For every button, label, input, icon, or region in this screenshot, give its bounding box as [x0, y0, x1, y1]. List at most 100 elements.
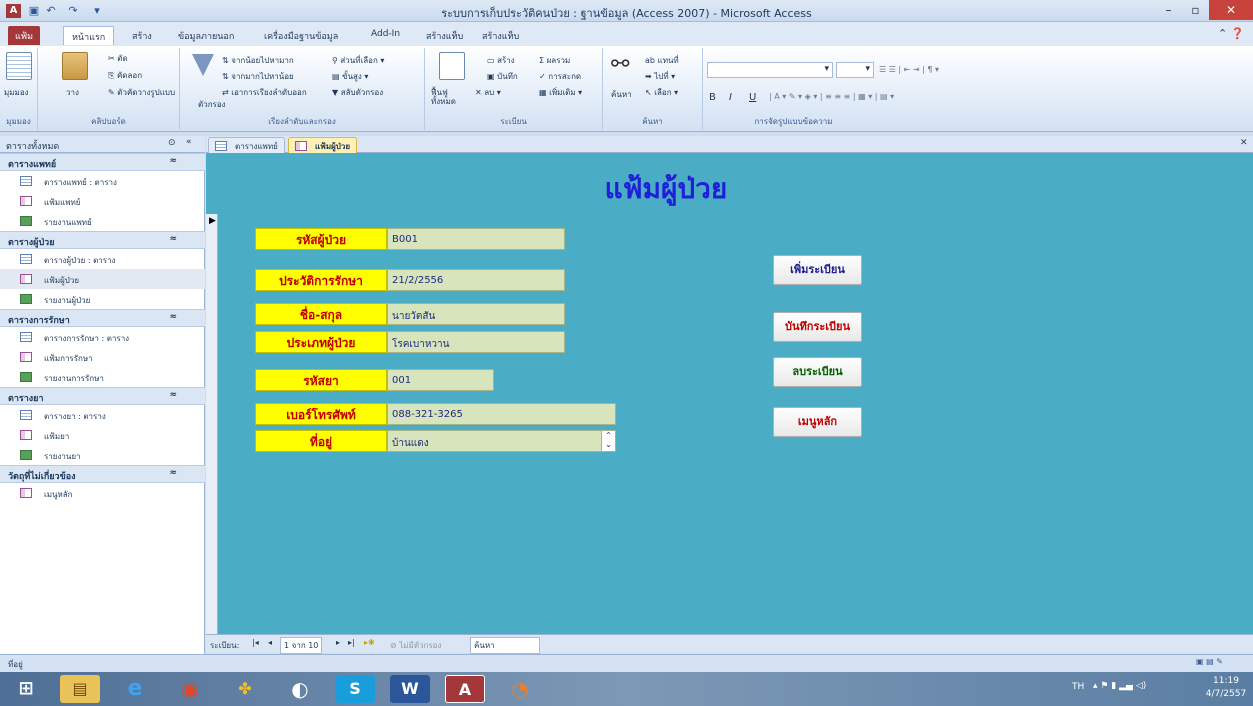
address-scrollbar[interactable]: ⌃ ⌄ — [601, 431, 615, 451]
app-icon-pie[interactable]: ◔ — [500, 675, 540, 703]
tab-create-tab-2[interactable]: สร้างแท็บ — [474, 26, 527, 45]
remove-sort-button[interactable]: ⇄ เอาการเรียงลำดับออก — [222, 86, 307, 99]
nav-item[interactable]: ตารางยา : ตาราง — [0, 405, 205, 425]
filter-status[interactable]: ⊘ ไม่มีตัวกรอง — [390, 639, 441, 652]
font-size-dropdown[interactable]: ▾ — [836, 62, 874, 78]
collapse-chevron-icon[interactable]: ≈ — [169, 156, 177, 166]
copy-button[interactable]: ⎘ คัดลอก — [108, 69, 142, 82]
access-taskbar-icon[interactable]: A — [445, 675, 485, 703]
nav-group-1[interactable]: ตารางผู้ป่วย ≈ — [0, 231, 205, 249]
record-selector[interactable]: ▶ — [206, 214, 218, 634]
nav-item[interactable]: ตารางการรักษา : ตาราง — [0, 327, 205, 347]
delete-record-form-button[interactable]: ลบระเบียน — [773, 357, 862, 387]
cut-button[interactable]: ✂ ตัด — [108, 52, 128, 65]
nav-item[interactable]: แฟ้มการรักษา — [0, 347, 205, 367]
shutter-bar-icon[interactable]: « — [186, 137, 192, 147]
bold-button[interactable]: B — [709, 92, 716, 103]
prev-record-button[interactable]: ◂ — [268, 638, 272, 647]
nav-item[interactable]: ตารางแพทย์ : ตาราง — [0, 171, 205, 191]
collapse-chevron-icon[interactable]: ≈ — [169, 312, 177, 322]
help-icon[interactable]: ⌃ ❓ — [1218, 27, 1244, 40]
nav-item[interactable]: รายงานยา — [0, 445, 205, 465]
add-record-button[interactable]: เพิ่มระเบียน — [773, 255, 862, 285]
field-treatment-history[interactable]: 21/2/2556 — [387, 269, 565, 291]
format-painter-button[interactable]: ✎ ตัวคัดวางรูปแบบ — [108, 86, 175, 99]
nav-item[interactable]: รายงานการรักษา — [0, 367, 205, 387]
nav-item[interactable]: ตารางผู้ป่วย : ตาราง — [0, 249, 205, 269]
filter-button[interactable]: ตัวกรอง — [198, 98, 226, 111]
main-menu-button[interactable]: เมนูหลัก — [773, 407, 862, 437]
record-position-field[interactable]: 1 จาก 10 — [280, 637, 323, 654]
nav-item[interactable]: แฟ้มแพทย์ — [0, 191, 205, 211]
select-button[interactable]: ↖ เลือก ▾ — [645, 86, 678, 99]
more-button[interactable]: ▦ เพิ่มเติม ▾ — [539, 86, 582, 99]
font-name-dropdown[interactable]: ▾ — [707, 62, 833, 78]
save-record-button[interactable]: ▣ บันทึก — [487, 70, 518, 83]
nav-pane-header[interactable]: ตารางทั้งหมด ⊙ « — [0, 136, 205, 153]
nav-group-4[interactable]: วัตถุที่ไม่เกี่ยวข้อง ≈ — [0, 465, 205, 483]
paste-icon[interactable] — [62, 52, 88, 80]
tab-file[interactable]: แฟ้ม — [8, 26, 41, 45]
language-indicator[interactable]: TH — [1072, 682, 1084, 692]
tab-database-tools[interactable]: เครื่องมือฐานข้อมูล — [256, 26, 346, 45]
close-document-icon[interactable]: ✕ — [1240, 138, 1248, 148]
start-button-icon[interactable]: ⊞ — [6, 675, 46, 703]
field-full-name[interactable]: นายวัตสัน — [387, 303, 565, 325]
chrome-icon[interactable]: ◉ — [170, 675, 210, 703]
sort-ascending-button[interactable]: ⇅ จากน้อยไปหามาก — [222, 54, 294, 67]
view-button[interactable]: มุมมอง — [4, 86, 29, 99]
close-button[interactable]: ✕ — [1209, 0, 1253, 20]
word-icon[interactable]: W — [390, 675, 430, 703]
field-phone[interactable]: 088-321-3265 — [387, 403, 616, 425]
tab-create[interactable]: สร้าง — [124, 26, 160, 45]
field-drug-id[interactable]: 001 — [387, 369, 494, 391]
delete-record-button[interactable]: ✕ ลบ ▾ — [475, 86, 501, 99]
collapse-chevron-icon[interactable]: ≈ — [169, 234, 177, 244]
tray-icons[interactable]: ▴ ⚑ ▮ ▂▄ ◁) — [1093, 681, 1146, 691]
maximize-button[interactable]: ▫ — [1182, 0, 1209, 20]
nav-item[interactable]: รายงานผู้ป่วย — [0, 289, 205, 309]
record-search-box[interactable]: ค้นหา — [470, 637, 540, 654]
spelling-button[interactable]: ✓ การสะกด — [539, 70, 581, 83]
replace-button[interactable]: ab แทนที่ — [645, 54, 679, 67]
new-record-button[interactable]: ▭ สร้าง — [487, 54, 515, 67]
last-record-button[interactable]: ▸| — [348, 638, 355, 647]
new-record-nav-button[interactable]: ▸✱ — [364, 638, 375, 647]
collapse-chevron-icon[interactable]: ≈ — [169, 468, 177, 478]
view-icon[interactable] — [6, 52, 32, 80]
nav-item[interactable]: เมนูหลัก — [0, 483, 205, 503]
save-record-form-button[interactable]: บันทึกระเบียน — [773, 312, 862, 342]
goto-button[interactable]: ➡ ไปที่ ▾ — [645, 70, 675, 83]
nav-menu-icon[interactable]: ⊙ — [168, 138, 176, 148]
app-icon-leaf[interactable]: ✤ — [225, 675, 265, 703]
doc-tab-patient-form[interactable]: แฟ้มผู้ป่วย — [288, 137, 358, 153]
tab-external-data[interactable]: ข้อมูลภายนอก — [170, 26, 242, 45]
minimize-button[interactable]: – — [1155, 0, 1182, 20]
tab-create-tab-1[interactable]: สร้างแท็บ — [418, 26, 471, 45]
first-record-button[interactable]: |◂ — [252, 638, 259, 647]
toggle-filter-button[interactable]: ▼ สลับตัวกรอง — [332, 86, 383, 99]
selection-button[interactable]: ⚲ ส่วนที่เลือก ▾ — [332, 54, 384, 67]
tab-home[interactable]: หน้าแรก — [63, 26, 115, 45]
system-clock[interactable]: 11:19 4/7/2557 — [1200, 675, 1252, 701]
nav-item[interactable]: รายงานแพทย์ — [0, 211, 205, 231]
totals-button[interactable]: Σ ผลรวม — [539, 54, 570, 67]
app-icon-swirl[interactable]: ◐ — [280, 675, 320, 703]
find-button[interactable]: ค้นหา — [611, 88, 632, 101]
field-address[interactable]: บ้านแดง ⌃ ⌄ — [387, 430, 616, 452]
list-indent-buttons[interactable]: ☰ ☰ | ⇤ ⇥ | ¶ ▾ — [879, 65, 939, 74]
nav-item[interactable]: แฟ้มยา — [0, 425, 205, 445]
skype-icon[interactable]: S — [335, 675, 375, 703]
internet-explorer-icon[interactable]: e — [115, 675, 155, 703]
underline-button[interactable]: U — [749, 92, 756, 103]
binoculars-icon[interactable]: ⚯ — [611, 52, 629, 77]
filter-icon[interactable] — [192, 54, 214, 76]
sort-descending-button[interactable]: ⇅ จากมากไปหาน้อย — [222, 70, 294, 83]
nav-item[interactable]: แฟ้มผู้ป่วย — [0, 269, 205, 289]
doc-tab-doctor-table[interactable]: ตารางแพทย์ — [208, 137, 285, 153]
field-patient-id[interactable]: B001 — [387, 228, 565, 250]
nav-group-2[interactable]: ตารางการรักษา ≈ — [0, 309, 205, 327]
advanced-filter-button[interactable]: ▤ ขั้นสูง ▾ — [332, 70, 368, 83]
nav-group-3[interactable]: ตารางยา ≈ — [0, 387, 205, 405]
nav-group-0[interactable]: ตารางแพทย์ ≈ — [0, 153, 205, 171]
